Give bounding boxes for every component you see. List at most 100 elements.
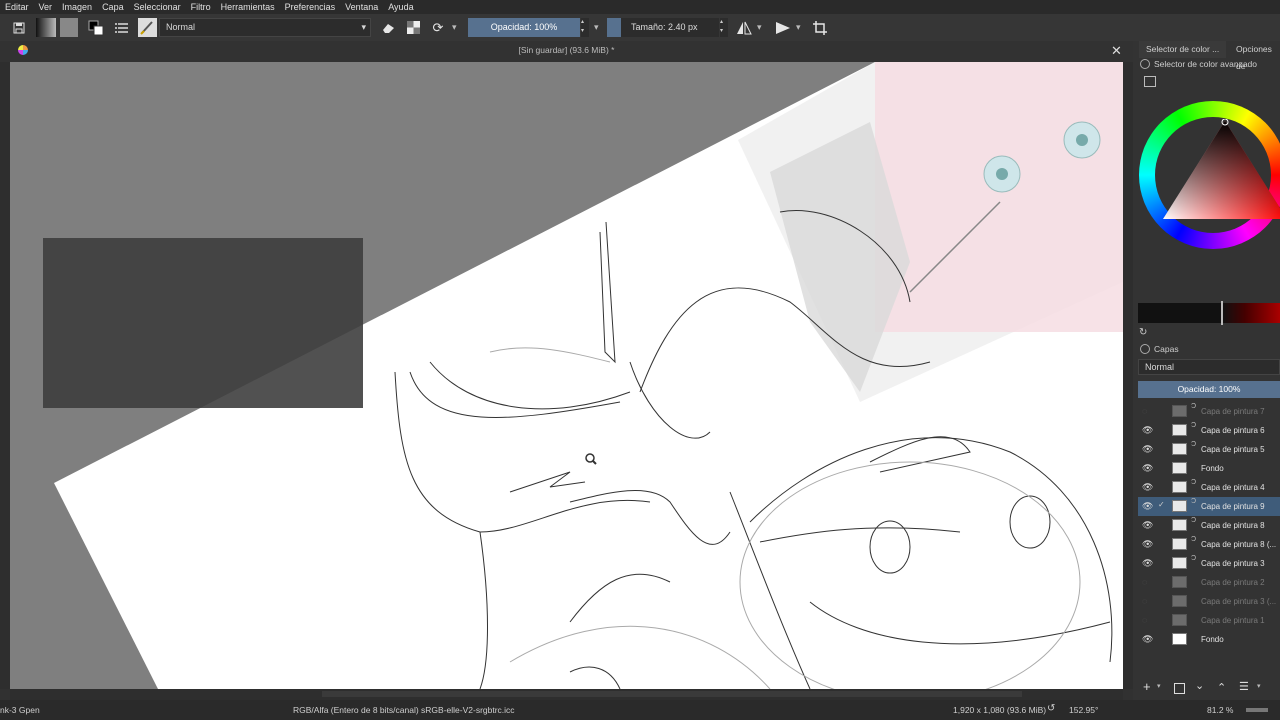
mirror-horizontal-icon[interactable]: [734, 18, 754, 37]
layer-row[interactable]: 👁 Fondo: [1138, 459, 1280, 478]
menu-ventana[interactable]: Ventana: [340, 0, 383, 14]
layer-name: Capa de pintura 5: [1201, 445, 1265, 454]
menu-herramientas[interactable]: Herramientas: [216, 0, 280, 14]
menu-ver[interactable]: Ver: [34, 0, 58, 14]
layers-opacity-slider[interactable]: Opacidad: 100%: [1138, 381, 1280, 398]
canvas[interactable]: [10, 62, 1123, 689]
docker-float-icon[interactable]: [1140, 59, 1150, 69]
layer-thumbnail: [1172, 443, 1187, 455]
visibility-hidden-icon[interactable]: ◌: [1142, 596, 1153, 607]
horizontal-scrollbar[interactable]: [10, 689, 1123, 700]
eye-icon[interactable]: 👁: [1142, 539, 1153, 550]
mirror-vertical-icon[interactable]: [773, 18, 793, 37]
eye-icon[interactable]: 👁: [1142, 444, 1153, 455]
scrollbar-thumb[interactable]: [322, 691, 1022, 697]
eye-icon[interactable]: 👁: [1142, 520, 1153, 531]
size-spinner[interactable]: ▴ ▾: [720, 18, 728, 37]
menu-ayuda[interactable]: Ayuda: [383, 0, 418, 14]
menu-filtro[interactable]: Filtro: [186, 0, 216, 14]
menu-preferencias[interactable]: Preferencias: [280, 0, 341, 14]
size-label: Tamaño: 2.40 px: [631, 22, 698, 32]
layer-thumbnail: [1172, 519, 1187, 531]
opacity-spinner[interactable]: ▴ ▾: [581, 18, 589, 37]
mirror-v-dropdown-icon[interactable]: ▾: [796, 18, 806, 37]
alpha-lock-icon[interactable]: [403, 18, 423, 37]
layer-name: Fondo: [1201, 464, 1224, 473]
mirror-h-dropdown-icon[interactable]: ▾: [757, 18, 767, 37]
layer-row[interactable]: 👁 Ͻ Capa de pintura 3: [1138, 554, 1280, 573]
layers-blend-dropdown[interactable]: Normal: [1138, 359, 1280, 375]
layer-row[interactable]: ◌ Capa de pintura 2: [1138, 573, 1280, 592]
visibility-hidden-icon[interactable]: ◌: [1142, 406, 1153, 417]
eraser-icon[interactable]: [378, 18, 398, 37]
menu-capa[interactable]: Capa: [97, 0, 129, 14]
gradient-icon[interactable]: [36, 18, 56, 37]
layer-row[interactable]: 👁 Ͻ Capa de pintura 8: [1138, 516, 1280, 535]
pattern-icon[interactable]: [60, 18, 78, 37]
layer-row[interactable]: 👁 Ͻ Capa de pintura 6: [1138, 421, 1280, 440]
checkmark-icon[interactable]: ✓: [1158, 501, 1166, 509]
menu-bar: Editar Ver Imagen Capa Seleccionar Filtr…: [0, 0, 1280, 14]
visibility-hidden-icon[interactable]: ◌: [1142, 577, 1153, 588]
menu-editar[interactable]: Editar: [0, 0, 34, 14]
layer-properties-icon[interactable]: ☰: [1239, 680, 1249, 693]
visibility-hidden-icon[interactable]: ◌: [1142, 615, 1153, 626]
link-icon: Ͻ: [1191, 536, 1197, 543]
refresh-icon[interactable]: ↻: [1139, 327, 1147, 338]
rotate-icon[interactable]: ↺: [1047, 703, 1055, 714]
duplicate-layer-icon[interactable]: [1174, 683, 1185, 694]
move-layer-down-icon[interactable]: ⌄: [1195, 679, 1204, 692]
close-icon[interactable]: ✕: [1111, 43, 1122, 59]
eye-icon[interactable]: 👁: [1142, 501, 1153, 512]
brush-presets-icon[interactable]: [112, 18, 132, 37]
layer-row-selected[interactable]: 👁 ✓ Ͻ Capa de pintura 9: [1138, 497, 1280, 516]
add-layer-dropdown-icon[interactable]: ▾: [1157, 682, 1161, 690]
link-icon: Ͻ: [1191, 422, 1197, 429]
settings-icon[interactable]: [1144, 76, 1156, 87]
layer-thumbnail: [1172, 538, 1187, 550]
layer-row[interactable]: 👁 Ͻ Capa de pintura 5: [1138, 440, 1280, 459]
saturation-value-triangle[interactable]: [1161, 119, 1280, 224]
zoom-slider[interactable]: [1246, 708, 1268, 712]
rotation-value[interactable]: 152.95°: [1069, 705, 1098, 715]
size-slider[interactable]: Tamaño: 2.40 px: [607, 18, 719, 37]
tab-color-selector[interactable]: Selector de color ...: [1139, 41, 1227, 58]
opacity-slider[interactable]: Opacidad: 100%: [468, 18, 580, 37]
eye-icon[interactable]: 👁: [1142, 425, 1153, 436]
eye-icon[interactable]: 👁: [1142, 558, 1153, 569]
add-layer-icon[interactable]: +: [1143, 679, 1151, 694]
layer-row[interactable]: ◌ Capa de pintura 1: [1138, 611, 1280, 630]
wrap-icon[interactable]: [810, 18, 830, 37]
layer-row[interactable]: ◌ Ͻ Capa de pintura 7: [1138, 402, 1280, 421]
eye-icon[interactable]: 👁: [1142, 482, 1153, 493]
eye-icon[interactable]: 👁: [1142, 634, 1153, 645]
layer-properties-dropdown-icon[interactable]: ▾: [1257, 682, 1261, 690]
brush-tip-icon[interactable]: [138, 18, 157, 37]
color-history-bar[interactable]: [1138, 303, 1280, 323]
layer-name: Capa de pintura 2: [1201, 578, 1265, 587]
menu-seleccionar[interactable]: Seleccionar: [129, 0, 186, 14]
tab-tool-options[interactable]: Opciones de: [1229, 41, 1280, 71]
layer-thumbnail: [1172, 614, 1187, 626]
move-layer-up-icon[interactable]: ⌃: [1217, 681, 1226, 694]
brush-preset-name[interactable]: nk-3 Gpen: [0, 705, 40, 715]
zoom-level[interactable]: 81.2 %: [1207, 705, 1233, 715]
layer-thumbnail: [1172, 481, 1187, 493]
layer-row[interactable]: ◌ Capa de pintura 3 (...: [1138, 592, 1280, 611]
reload-dropdown-icon[interactable]: ▾: [452, 18, 462, 37]
canvas-right-edge: [1123, 62, 1133, 689]
layer-row[interactable]: 👁 Fondo: [1138, 630, 1280, 649]
layer-name: Capa de pintura 3: [1201, 559, 1265, 568]
blend-mode-value: Normal: [166, 22, 196, 32]
blend-mode-dropdown[interactable]: Normal ▾: [159, 18, 371, 37]
save-icon[interactable]: [9, 18, 29, 37]
menu-imagen[interactable]: Imagen: [57, 0, 97, 14]
color-swap-icon[interactable]: [86, 18, 106, 37]
opacity-dropdown-icon[interactable]: ▾: [594, 18, 604, 37]
layer-row[interactable]: 👁 Ͻ Capa de pintura 4: [1138, 478, 1280, 497]
link-icon: Ͻ: [1191, 479, 1197, 486]
eye-icon[interactable]: 👁: [1142, 463, 1153, 474]
reload-icon[interactable]: ⟳: [428, 18, 448, 37]
layer-row[interactable]: 👁 Ͻ Capa de pintura 8 (...: [1138, 535, 1280, 554]
layers-float-icon[interactable]: [1140, 344, 1150, 354]
